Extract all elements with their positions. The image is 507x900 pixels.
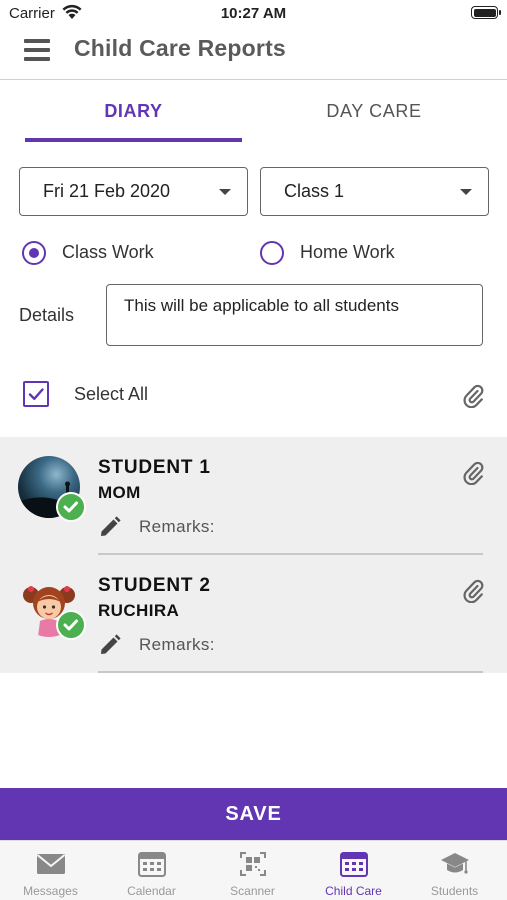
date-dropdown-value: Fri 21 Feb 2020 (43, 181, 171, 201)
checkmark-icon (28, 388, 44, 400)
student-name: STUDENT 1 (98, 457, 211, 478)
radio-home-work-label: Home Work (300, 242, 395, 262)
select-all-checkbox[interactable] (23, 381, 49, 407)
app-header: Child Care Reports (0, 28, 507, 80)
nav-students[interactable]: Students (404, 841, 505, 900)
nav-calendar[interactable]: Calendar (101, 841, 202, 900)
check-circle-icon (56, 610, 86, 640)
nav-child-care-label: Child Care (325, 884, 382, 898)
qr-scanner-icon (240, 852, 266, 876)
hamburger-menu-icon[interactable] (24, 39, 50, 61)
radio-button-selected[interactable] (22, 241, 46, 265)
caret-down-icon (460, 189, 472, 195)
select-all-label: Select All (74, 384, 149, 404)
pencil-icon (101, 634, 121, 654)
calendar-icon (138, 852, 166, 877)
save-button[interactable]: SAVE (0, 788, 507, 840)
nav-calendar-label: Calendar (127, 884, 176, 898)
class-dropdown-value: Class 1 (284, 181, 345, 201)
attachment-icon[interactable] (462, 382, 484, 408)
nav-scanner-label: Scanner (230, 884, 275, 898)
check-circle-icon (56, 492, 86, 522)
tab-day-care[interactable]: DAY CARE (266, 82, 482, 144)
remarks-input-underline[interactable] (98, 671, 483, 673)
student-list: STUDENT 1 MOM Remarks: STUDENT 2 RUCHIRA… (0, 437, 507, 673)
attachment-icon[interactable] (462, 459, 484, 485)
date-dropdown[interactable]: Fri 21 Feb 2020 (19, 167, 248, 216)
graduation-cap-icon (441, 853, 469, 874)
nav-scanner[interactable]: Scanner (202, 841, 303, 900)
nav-child-care[interactable]: Child Care (303, 841, 404, 900)
pencil-icon (101, 516, 121, 536)
page-title: Child Care Reports (74, 35, 286, 61)
attachment-icon[interactable] (462, 577, 484, 603)
student-parent-name: MOM (98, 483, 141, 502)
tab-diary[interactable]: DIARY (25, 82, 242, 144)
clock: 10:27 AM (220, 5, 287, 22)
radio-button-unselected[interactable] (260, 241, 284, 265)
radio-class-work-label: Class Work (62, 242, 154, 262)
details-input[interactable]: This will be applicable to all students (106, 284, 483, 346)
remarks-label: Remarks: (139, 635, 215, 654)
class-dropdown[interactable]: Class 1 (260, 167, 489, 216)
student-card[interactable]: STUDENT 1 MOM Remarks: (0, 437, 507, 555)
nav-students-label: Students (430, 884, 479, 898)
student-parent-name: RUCHIRA (98, 601, 180, 620)
student-name: STUDENT 2 (98, 575, 211, 596)
tab-bar: DIARY DAY CARE (0, 82, 507, 144)
caret-down-icon (219, 189, 231, 195)
nav-messages[interactable]: Messages (0, 841, 101, 900)
details-input-value: This will be applicable to all students (124, 296, 399, 315)
calendar-grid-icon (340, 852, 368, 877)
battery-icon (471, 6, 501, 19)
nav-messages-label: Messages (23, 884, 78, 898)
details-label: Details (19, 305, 75, 325)
student-card[interactable]: STUDENT 2 RUCHIRA Remarks: (0, 555, 507, 673)
remarks-label: Remarks: (139, 517, 215, 536)
status-bar: Carrier 10:27 AM (0, 0, 507, 28)
bottom-navigation: Messages Calendar Scanner Child Care Stu… (0, 840, 507, 900)
envelope-icon (36, 854, 66, 874)
